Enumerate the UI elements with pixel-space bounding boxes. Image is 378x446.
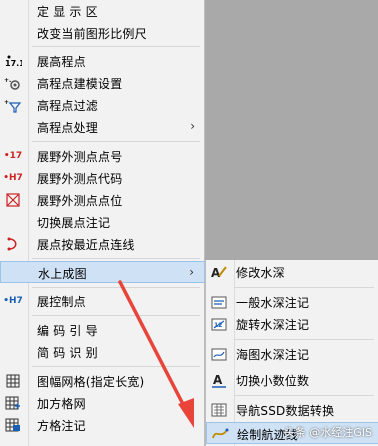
submenu-item-ssd-convert[interactable]: 导航SSD数据转换 [206, 399, 378, 421]
menu-item-label: 图幅网格(指定长宽) [37, 375, 145, 389]
menu-separator [32, 366, 200, 367]
chart-depth-icon [210, 346, 228, 362]
grid-icon [4, 373, 22, 389]
menu-item-code-guide[interactable]: 编 码 引 导 [0, 319, 205, 341]
submenu-separator [234, 287, 374, 288]
context-menu: 定 显 示 区 改变当前图形比例尺 17.1 展高程点 +. 高程点建模设置 +… [0, 0, 205, 446]
menu-separator [32, 258, 200, 259]
elevation-filter-icon: +. [4, 97, 22, 113]
svg-text:A: A [213, 373, 223, 387]
depth-note-icon [210, 294, 228, 310]
menu-item-label: 展野外测点点位 [37, 194, 123, 208]
svg-text:+.: +. [4, 77, 11, 84]
menu-item-elevation-process[interactable]: 高程点处理 › [0, 116, 205, 138]
menu-item-show-elevation[interactable]: 17.1 展高程点 [0, 50, 205, 72]
menu-item-elevation-filter[interactable]: +. 高程点过滤 [0, 94, 205, 116]
submenu-item-general-depth-note[interactable]: 一般水深注记 [206, 291, 378, 313]
menu-separator [32, 287, 200, 288]
menu-item-label: 简 码 识 别 [37, 346, 98, 360]
menu-item-label: 展野外测点点号 [37, 150, 123, 164]
submenu-item-label: 切换小数位数 [236, 374, 310, 388]
menu-item-label: 编 码 引 导 [37, 324, 98, 338]
menu-item-label: 方格注记 [37, 419, 86, 433]
water-mapping-submenu: A 修改水深 一般水深注记 12 旋转水深注记 海图水深注记 A 切换小数位数 … [205, 260, 378, 446]
svg-text:12: 12 [214, 322, 222, 329]
track-line-icon [211, 426, 229, 442]
point-code-icon: •H7 [3, 172, 23, 183]
submenu-item-edit-depth[interactable]: A 修改水深 [206, 261, 378, 283]
menu-item-code-recognition[interactable]: 简 码 识 别 [0, 341, 205, 363]
menu-item-water-mapping[interactable]: 水上成图 › [0, 261, 205, 283]
rotate-depth-icon: 12 [210, 316, 228, 332]
menu-separator [32, 46, 200, 47]
menu-item-point-number[interactable]: •17 展野外测点点号 [0, 145, 205, 167]
submenu-item-label: 一般水深注记 [236, 296, 310, 310]
menu-item-toggle-annotation[interactable]: 切换展点注记 [0, 211, 205, 233]
decimal-icon: A [210, 372, 228, 388]
grid-note-icon [4, 417, 22, 433]
svg-text:17.1: 17.1 [5, 59, 22, 68]
elevation-model-icon: +. [4, 75, 22, 91]
ssd-convert-icon [210, 402, 228, 418]
menu-item-elevation-model[interactable]: +. 高程点建模设置 [0, 72, 205, 94]
control-point-icon: •H7 [3, 295, 23, 306]
elevation-point-icon: 17.1 [4, 53, 22, 69]
point-position-icon [4, 192, 22, 208]
menu-separator [32, 315, 200, 316]
watermark: 头条 @水经注GIS [283, 426, 372, 439]
point-number-icon: •17 [3, 150, 23, 161]
nearest-connect-icon [4, 236, 22, 252]
svg-text:A: A [211, 266, 221, 280]
submenu-item-label: 修改水深 [236, 266, 285, 280]
menu-item-add-grid[interactable]: 加方格网 [0, 392, 205, 414]
edit-depth-icon: A [210, 264, 228, 280]
menu-item-display-area[interactable]: 定 显 示 区 [0, 0, 205, 22]
menu-separator [32, 141, 200, 142]
menu-item-label: 展野外测点代码 [37, 172, 123, 186]
menu-item-label: 展高程点 [37, 55, 86, 69]
menu-item-label: 展点按最近点连线 [37, 238, 135, 252]
square-grid-icon [4, 395, 22, 411]
menu-item-label: 切换展点注记 [37, 216, 111, 230]
menu-item-control-point[interactable]: •H7 展控制点 [0, 290, 205, 312]
menu-item-label: 定 显 示 区 [37, 5, 98, 19]
menu-item-label: 高程点建模设置 [37, 77, 123, 91]
menu-item-grid-note[interactable]: 方格注记 [0, 414, 205, 436]
chevron-right-icon: › [190, 119, 195, 133]
menu-item-nearest-connect[interactable]: 展点按最近点连线 [0, 233, 205, 255]
submenu-item-chart-depth-note[interactable]: 海图水深注记 [206, 343, 378, 365]
submenu-separator [234, 339, 374, 340]
chevron-right-icon: › [189, 265, 194, 279]
menu-item-label: 展控制点 [37, 295, 86, 309]
submenu-separator [234, 395, 374, 396]
menu-item-label: 高程点处理 [37, 121, 99, 135]
menu-item-label: 加方格网 [37, 397, 86, 411]
submenu-item-label: 旋转水深注记 [236, 318, 310, 332]
menu-item-label: 高程点过滤 [37, 99, 99, 113]
submenu-item-label: 导航SSD数据转换 [236, 404, 335, 418]
menu-item-label: 改变当前图形比例尺 [37, 27, 147, 41]
menu-item-point-code[interactable]: •H7 展野外测点代码 [0, 167, 205, 189]
menu-item-point-position[interactable]: 展野外测点点位 [0, 189, 205, 211]
submenu-item-rotate-depth-note[interactable]: 12 旋转水深注记 [206, 313, 378, 335]
submenu-item-toggle-decimal[interactable]: A 切换小数位数 [206, 369, 378, 391]
submenu-item-label: 海图水深注记 [236, 348, 310, 362]
menu-item-label: 水上成图 [38, 267, 87, 281]
menu-item-change-scale[interactable]: 改变当前图形比例尺 [0, 22, 205, 44]
menu-item-sheet-grid[interactable]: 图幅网格(指定长宽) [0, 370, 205, 392]
